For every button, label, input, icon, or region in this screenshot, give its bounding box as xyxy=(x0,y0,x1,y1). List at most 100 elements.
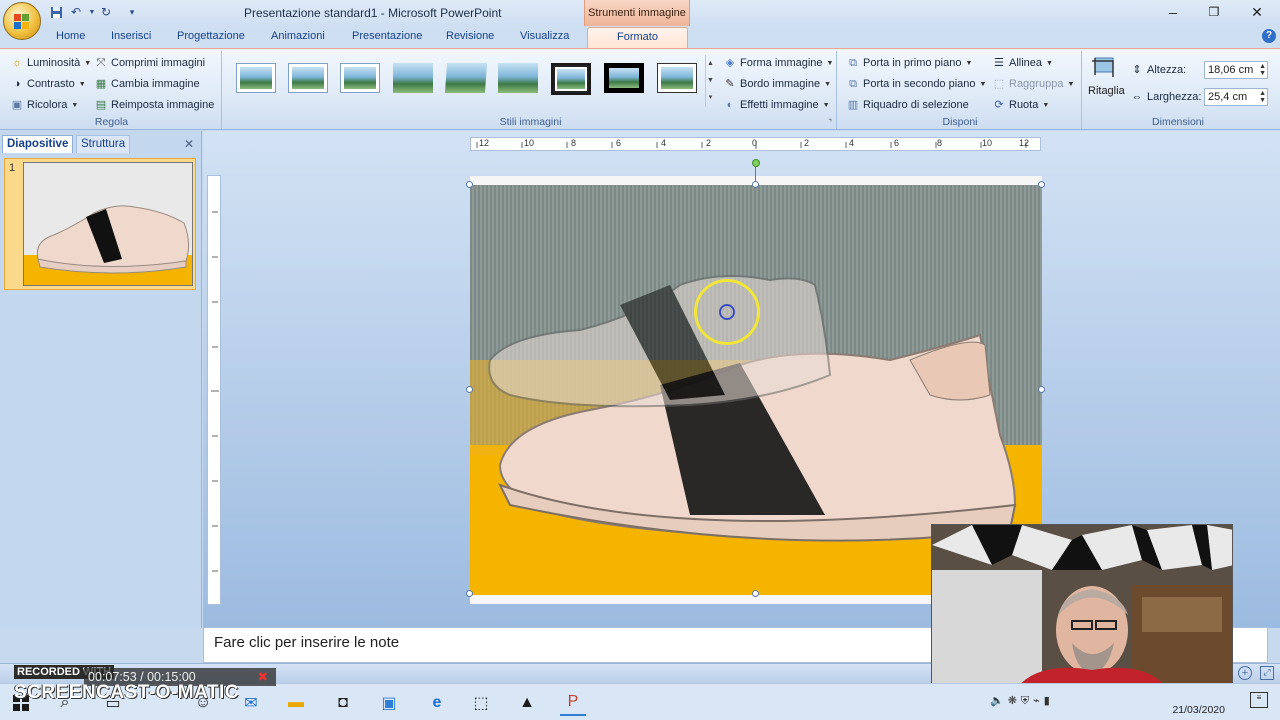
picture-style-7-selected[interactable] xyxy=(551,63,591,95)
office-button[interactable] xyxy=(3,2,41,40)
tab-struttura[interactable]: Struttura xyxy=(76,135,131,153)
fit-to-window-icon[interactable]: ⤢ xyxy=(1260,666,1274,680)
picture-style-8[interactable] xyxy=(604,63,644,93)
tab-progettazione[interactable]: Progettazione xyxy=(177,30,245,42)
picture-style-5[interactable] xyxy=(444,63,488,93)
riquadro-di-selezione-button[interactable]: ▥ Riquadro di selezione xyxy=(846,96,969,114)
tab-formato[interactable]: Formato xyxy=(587,27,688,48)
reimposta-immagine-button[interactable]: ▤ Reimposta immagine xyxy=(94,96,215,114)
porta-in-secondo-piano-button[interactable]: ⧉ Porta in secondo piano ▼ xyxy=(846,75,986,93)
group-stili-immagini: ▲ ▼ ▾ ◈ Forma immagine ▼ ✎ Bordo immagine ▼ … xyxy=(225,51,837,129)
resize-handle-top-left[interactable] xyxy=(466,181,473,188)
resize-handle-bottom-left[interactable] xyxy=(466,590,473,597)
dialog-launcher-icon[interactable]: ⌝ xyxy=(828,118,832,127)
allinea-button[interactable]: ☰ Allinea ▼ xyxy=(992,54,1053,72)
altezza-input[interactable]: 18,06 cm ▲ ▼ xyxy=(1204,61,1268,79)
tab-presentazione[interactable]: Presentazione xyxy=(352,30,422,42)
zoom-in-icon[interactable]: + xyxy=(1238,666,1252,680)
ruler-label: 12 xyxy=(1019,138,1030,148)
snipping-tool-icon[interactable]: ⬚ xyxy=(468,690,494,716)
resize-handle-left[interactable] xyxy=(466,386,473,393)
picture-style-9[interactable] xyxy=(657,63,697,93)
resize-handle-top[interactable] xyxy=(752,181,759,188)
picture-style-6[interactable] xyxy=(498,63,538,93)
redo-icon[interactable]: ↻ xyxy=(98,4,114,20)
tab-revisione[interactable]: Revisione xyxy=(446,30,494,42)
close-button[interactable]: ✕ xyxy=(1242,3,1272,21)
tab-animazioni[interactable]: Animazioni xyxy=(271,30,325,42)
title-bar: ↶ ▼ ↻ ▾ Presentazione standard1 - Micros… xyxy=(0,0,1280,40)
bordo-immagine-button[interactable]: ✎ Bordo immagine ▼ xyxy=(723,75,831,93)
recolor-icon: ▣ xyxy=(11,99,23,111)
vertical-ruler xyxy=(207,175,221,605)
ruler-label: 2 xyxy=(804,138,810,148)
minimize-button[interactable]: – xyxy=(1158,3,1188,21)
tab-inserisci[interactable]: Inserisci xyxy=(111,30,151,42)
tab-visualizza[interactable]: Visualizza xyxy=(520,30,569,42)
larghezza-value: 25,4 cm xyxy=(1208,91,1248,103)
notes-placeholder: Fare clic per inserire le note xyxy=(214,634,400,651)
ruota-button[interactable]: ⟳ Ruota ▼ xyxy=(992,96,1049,114)
porta-in-primo-piano-button[interactable]: ⧉ Porta in primo piano ▼ xyxy=(846,54,972,72)
picture-style-4[interactable] xyxy=(393,63,433,93)
cambia-immagine-button[interactable]: ▦ Cambia immagine xyxy=(94,75,200,93)
file-explorer-icon[interactable]: ▬ xyxy=(283,690,309,716)
forma-immagine-button[interactable]: ◈ Forma immagine ▼ xyxy=(723,54,834,72)
system-tray-icons[interactable]: 🔈❋⛨⌁▮ xyxy=(990,694,1150,708)
notification-center-icon[interactable]: ≡ xyxy=(1250,692,1268,708)
webcam-overlay xyxy=(931,524,1233,694)
allinea-label: Allinea xyxy=(1009,57,1043,69)
group-icon: ⬚ xyxy=(993,78,1005,90)
undo-icon[interactable]: ↶ xyxy=(68,4,84,20)
group-label-stili: Stili immagini xyxy=(499,116,562,128)
rotate-handle[interactable] xyxy=(752,159,760,167)
slide-thumbnail-1[interactable]: 1 xyxy=(4,158,196,290)
resize-handle-top-right[interactable] xyxy=(1038,181,1045,188)
slide-thumbnail-image xyxy=(23,162,193,286)
resize-handle-bottom[interactable] xyxy=(752,590,759,597)
secondo-piano-label: Porta in secondo piano xyxy=(863,78,976,90)
tab-home[interactable]: Home xyxy=(56,30,85,42)
ruler-label: 12 xyxy=(479,138,490,148)
compress-icon: ⤧ xyxy=(96,57,106,69)
image-viewer-icon[interactable]: ▲ xyxy=(514,690,540,716)
gallery-scroll[interactable]: ▲ ▼ ▾ xyxy=(705,55,715,107)
mail-icon[interactable]: ✉ xyxy=(238,690,264,716)
restore-button[interactable]: ❐ xyxy=(1199,3,1229,21)
contrast-icon: ◑ xyxy=(13,78,21,90)
altezza-spinner-icon[interactable]: ▲ ▼ xyxy=(1259,63,1266,77)
ricolora-button[interactable]: ▣ Ricolora ▼ xyxy=(10,96,79,114)
comprimi-immagini-button[interactable]: ⤧ Comprimi immagini xyxy=(94,54,206,72)
stop-record-icon[interactable]: ✖ xyxy=(258,668,268,686)
contrasto-button[interactable]: ◑ Contrasto ▼ xyxy=(10,75,86,93)
close-pane-icon[interactable]: ✕ xyxy=(184,137,194,151)
ruota-label: Ruota xyxy=(1009,99,1039,111)
luminosita-button[interactable]: ☼ Luminosità ▼ xyxy=(10,54,91,72)
forma-label: Forma immagine xyxy=(740,57,823,69)
picture-style-2[interactable] xyxy=(288,63,328,93)
save-icon[interactable] xyxy=(48,4,64,20)
tab-diapositive[interactable]: Diapositive xyxy=(2,135,74,153)
customize-qat-icon[interactable]: ▾ xyxy=(124,4,140,20)
comprimi-label: Comprimi immagini xyxy=(111,57,206,69)
edge-browser-icon[interactable]: e xyxy=(424,690,450,716)
window-title: Presentazione standard1 - Microsoft Powe… xyxy=(244,6,502,20)
raggruppa-button[interactable]: ⬚ Raggruppa ▼ xyxy=(992,75,1075,93)
larghezza-input[interactable]: 25,4 cm ▲ ▼ xyxy=(1204,88,1268,106)
raggruppa-label: Raggruppa xyxy=(1009,78,1064,90)
ruler-label: 0 xyxy=(752,138,758,148)
screencast-o-matic-logo: SCREENCAST-O-MATIC xyxy=(14,682,240,703)
help-icon[interactable]: ? xyxy=(1262,29,1276,43)
effetti-immagine-button[interactable]: ◐ Effetti immagine ▼ xyxy=(723,96,830,114)
powerpoint-taskbar-icon[interactable]: P xyxy=(560,690,586,716)
picture-style-1[interactable] xyxy=(236,63,276,93)
picture-style-3[interactable] xyxy=(340,63,380,93)
ritaglia-button[interactable]: Ritaglia xyxy=(1088,55,1125,101)
crop-icon xyxy=(1092,57,1114,77)
larghezza-spinner-icon[interactable]: ▲ ▼ xyxy=(1259,90,1266,104)
photos-icon[interactable]: ▣ xyxy=(376,690,402,716)
larghezza-label: Larghezza: xyxy=(1147,91,1202,103)
office-logo-icon xyxy=(14,14,29,29)
store-icon[interactable]: ◘ xyxy=(330,690,356,716)
resize-handle-right[interactable] xyxy=(1038,386,1045,393)
